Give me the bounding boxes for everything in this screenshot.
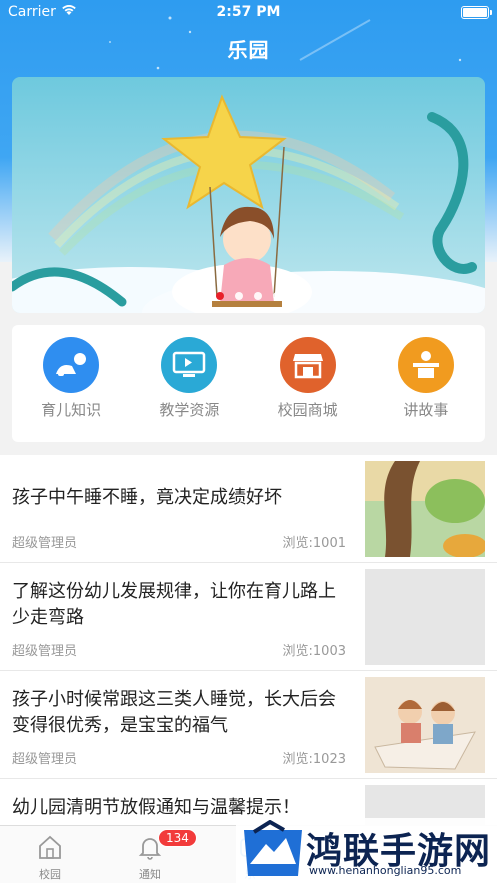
article-author: 超级管理员	[12, 536, 78, 551]
storyteller-podium-icon	[397, 337, 454, 393]
list-item[interactable]: 孩子小时候常跟这三类人睡觉，长大后会变得很优秀，是宝宝的福气 超级管理员 浏览:…	[0, 671, 497, 779]
watermark-url: www.henanhonglian95.com	[309, 864, 462, 877]
crawling-baby-icon	[43, 337, 100, 393]
article-title: 孩子小时候常跟这三类人睡觉，长大后会变得很优秀，是宝宝的福气	[12, 689, 336, 736]
article-views: 浏览:1003	[282, 644, 346, 659]
status-time: 2:57 PM	[216, 4, 281, 20]
carousel-dot[interactable]	[216, 292, 224, 300]
quick-link-shop[interactable]: 校园商城	[249, 325, 367, 442]
quick-link-label: 校园商城	[277, 401, 338, 419]
article-views: 浏览:1001	[282, 536, 346, 551]
banner-carousel[interactable]	[12, 77, 485, 313]
article-thumbnail	[365, 461, 485, 557]
article-list: 孩子中午睡不睡，竟决定成绩好坏 超级管理员 浏览:1001 了解这份幼儿发展规律…	[0, 455, 497, 825]
quick-link-label: 讲故事	[403, 401, 449, 419]
article-author: 超级管理员	[12, 752, 78, 767]
quick-link-label: 教学资源	[159, 401, 220, 419]
status-bar: Carrier 2:57 PM	[0, 0, 497, 26]
list-item[interactable]: 了解这份幼儿发展规律，让你在育儿路上少走弯路 超级管理员 浏览:1003	[0, 563, 497, 671]
carousel-dots[interactable]	[12, 292, 485, 300]
carousel-dot[interactable]	[254, 292, 262, 300]
carousel-dot[interactable]	[273, 292, 281, 300]
quick-link-teaching[interactable]: 教学资源	[130, 325, 248, 442]
battery-icon	[461, 6, 492, 19]
notification-badge: 134	[158, 829, 197, 847]
article-views: 浏览:1023	[282, 752, 346, 767]
storefront-icon	[279, 337, 336, 393]
school-house-icon	[37, 834, 63, 864]
tab-label: 校园	[39, 868, 61, 881]
list-item[interactable]: 孩子中午睡不睡，竟决定成绩好坏 超级管理员 浏览:1001	[0, 455, 497, 563]
quick-links-card: 育儿知识 教学资源 校园商城 讲故事	[12, 325, 485, 442]
article-title: 了解这份幼儿发展规律，让你在育儿路上少走弯路	[12, 581, 336, 628]
video-screen-icon	[161, 337, 218, 393]
banner-illustration	[12, 77, 485, 313]
article-thumbnail	[365, 677, 485, 773]
article-title: 孩子中午睡不睡，竟决定成绩好坏	[12, 487, 282, 508]
quick-link-label: 育儿知识	[41, 401, 102, 419]
watermark: 鸿联手游网 www.henanhonglian95.com	[236, 818, 497, 883]
tab-label: 通知	[139, 868, 161, 881]
article-author: 超级管理员	[12, 644, 78, 659]
carousel-dot[interactable]	[235, 292, 243, 300]
quick-link-parenting[interactable]: 育儿知识	[12, 325, 130, 442]
article-thumbnail	[365, 569, 485, 665]
quick-link-story[interactable]: 讲故事	[367, 325, 485, 442]
tab-campus[interactable]: 校园	[0, 826, 100, 883]
tab-notice[interactable]: 通知 134	[100, 826, 200, 883]
watermark-logo-icon	[244, 820, 302, 876]
page-title: 乐园	[227, 38, 270, 62]
